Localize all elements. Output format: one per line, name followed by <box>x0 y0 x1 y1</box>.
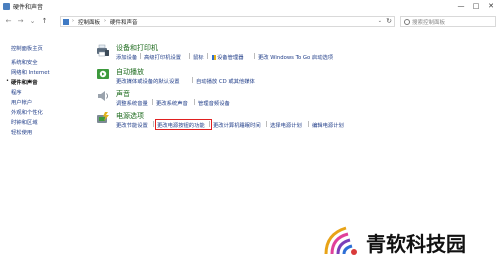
sidebar-item-ease-of-access[interactable]: 轻松使用 <box>11 128 32 136</box>
link-separator <box>308 121 309 127</box>
breadcrumb-separator-icon: › <box>72 18 74 24</box>
link-advanced-printer-setup[interactable]: 高级打印机设置 <box>144 53 181 61</box>
breadcrumb-control-panel[interactable]: 控制面板 <box>78 18 100 26</box>
link-separator <box>152 99 153 105</box>
watermark-logo-icon <box>324 226 357 255</box>
recent-locations-chevron-icon[interactable]: ⌄ <box>28 17 37 26</box>
section-title-devices-printers[interactable]: 设备和打印机 <box>116 43 158 53</box>
current-item-bullet-icon: • <box>6 78 9 84</box>
address-field[interactable]: › 控制面板 › 硬件和声音 ⌄ ↻ <box>60 16 395 27</box>
control-panel-folder-icon <box>63 19 69 25</box>
control-panel-app-icon <box>3 3 10 10</box>
link-separator <box>266 121 267 127</box>
link-separator <box>189 53 190 59</box>
link-autoplay-cd[interactable]: 自动播放 CD 或其他媒体 <box>196 77 255 85</box>
refresh-icon[interactable]: ↻ <box>386 17 392 25</box>
link-add-device[interactable]: 添加设备 <box>116 53 137 61</box>
search-input[interactable]: 搜索控制面板 <box>400 16 496 27</box>
search-placeholder: 搜索控制面板 <box>412 20 446 26</box>
section-autoplay: 自动播放 更改媒体或设备的默认设置 自动播放 CD 或其他媒体 <box>96 67 496 87</box>
watermark: 青软科技园 <box>322 222 497 258</box>
sidebar-item-network-internet[interactable]: 网络和 Internet <box>11 68 50 76</box>
search-icon <box>404 19 410 25</box>
link-separator <box>207 53 208 59</box>
section-title-power-options[interactable]: 电源选项 <box>116 111 144 121</box>
sidebar-item-programs[interactable]: 程序 <box>11 88 22 96</box>
address-dropdown-chevron-icon[interactable]: ⌄ <box>378 18 382 24</box>
link-separator <box>153 121 154 127</box>
link-separator <box>254 53 255 59</box>
sidebar-item-clock-region[interactable]: 时钟和区域 <box>11 118 38 126</box>
autoplay-icon <box>97 69 109 79</box>
uac-shield-icon <box>212 55 216 60</box>
section-title-autoplay[interactable]: 自动播放 <box>116 67 144 77</box>
power-options-icon <box>97 112 109 123</box>
section-sound: 声音 调整系统音量 更改系统声音 管理音频设备 <box>96 89 496 109</box>
back-arrow-icon[interactable]: ← <box>4 17 13 26</box>
link-change-battery-settings[interactable]: 更改节能设置 <box>116 121 148 129</box>
breadcrumb-hardware-sound[interactable]: 硬件和声音 <box>110 18 138 26</box>
sidebar-item-control-panel-home[interactable]: 控制面板主页 <box>11 44 43 52</box>
printer-icon <box>97 44 109 57</box>
link-edit-power-plan[interactable]: 编辑电源计划 <box>312 121 344 129</box>
link-device-manager-label: 设备管理器 <box>217 55 244 61</box>
close-button[interactable]: ✕ <box>485 1 497 12</box>
section-devices-printers: 设备和打印机 添加设备 高级打印机设置 鼠标 设备管理器 更改 Windows … <box>96 43 496 63</box>
watermark-text: 青软科技园 <box>366 232 466 256</box>
sidebar-item-hardware-sound: 硬件和声音 <box>11 80 38 86</box>
link-separator <box>140 53 141 59</box>
window-title: 硬件和声音 <box>13 4 44 11</box>
link-choose-power-plan[interactable]: 选择电源计划 <box>270 121 302 129</box>
navigation-bar: ← → ⌄ ↑ › 控制面板 › 硬件和声音 ⌄ ↻ 搜索控制面板 <box>0 15 500 29</box>
link-change-system-sounds[interactable]: 更改系统声音 <box>156 99 188 107</box>
sidebar-item-user-accounts[interactable]: 用户帐户 <box>11 98 32 106</box>
link-separator <box>192 77 193 83</box>
annotation-highlight-box <box>155 119 212 130</box>
up-arrow-icon[interactable]: ↑ <box>40 17 49 26</box>
sidebar: 控制面板主页 系统和安全 网络和 Internet • 硬件和声音 程序 用户帐… <box>0 30 90 180</box>
sidebar-item-system-security[interactable]: 系统和安全 <box>11 58 38 66</box>
link-device-manager[interactable]: 设备管理器 <box>212 53 244 61</box>
link-separator <box>194 99 195 105</box>
speaker-icon <box>98 91 108 101</box>
minimize-button[interactable]: — <box>455 1 467 12</box>
link-windows-to-go[interactable]: 更改 Windows To Go 启动选项 <box>258 53 333 61</box>
link-adjust-volume[interactable]: 调整系统音量 <box>116 99 148 107</box>
breadcrumb-separator-icon: › <box>104 18 106 24</box>
maximize-button[interactable]: □ <box>470 1 482 12</box>
forward-arrow-icon[interactable]: → <box>16 17 25 26</box>
link-mouse[interactable]: 鼠标 <box>193 53 204 61</box>
link-change-sleep-time[interactable]: 更改计算机睡眠时间 <box>213 121 261 129</box>
link-manage-audio-devices[interactable]: 管理音频设备 <box>198 99 230 107</box>
title-bar: 硬件和声音 — □ ✕ <box>0 0 500 14</box>
section-title-sound[interactable]: 声音 <box>116 89 130 99</box>
link-change-media-defaults[interactable]: 更改媒体或设备的默认设置 <box>116 77 180 85</box>
sidebar-item-appearance[interactable]: 外观和个性化 <box>11 108 43 116</box>
